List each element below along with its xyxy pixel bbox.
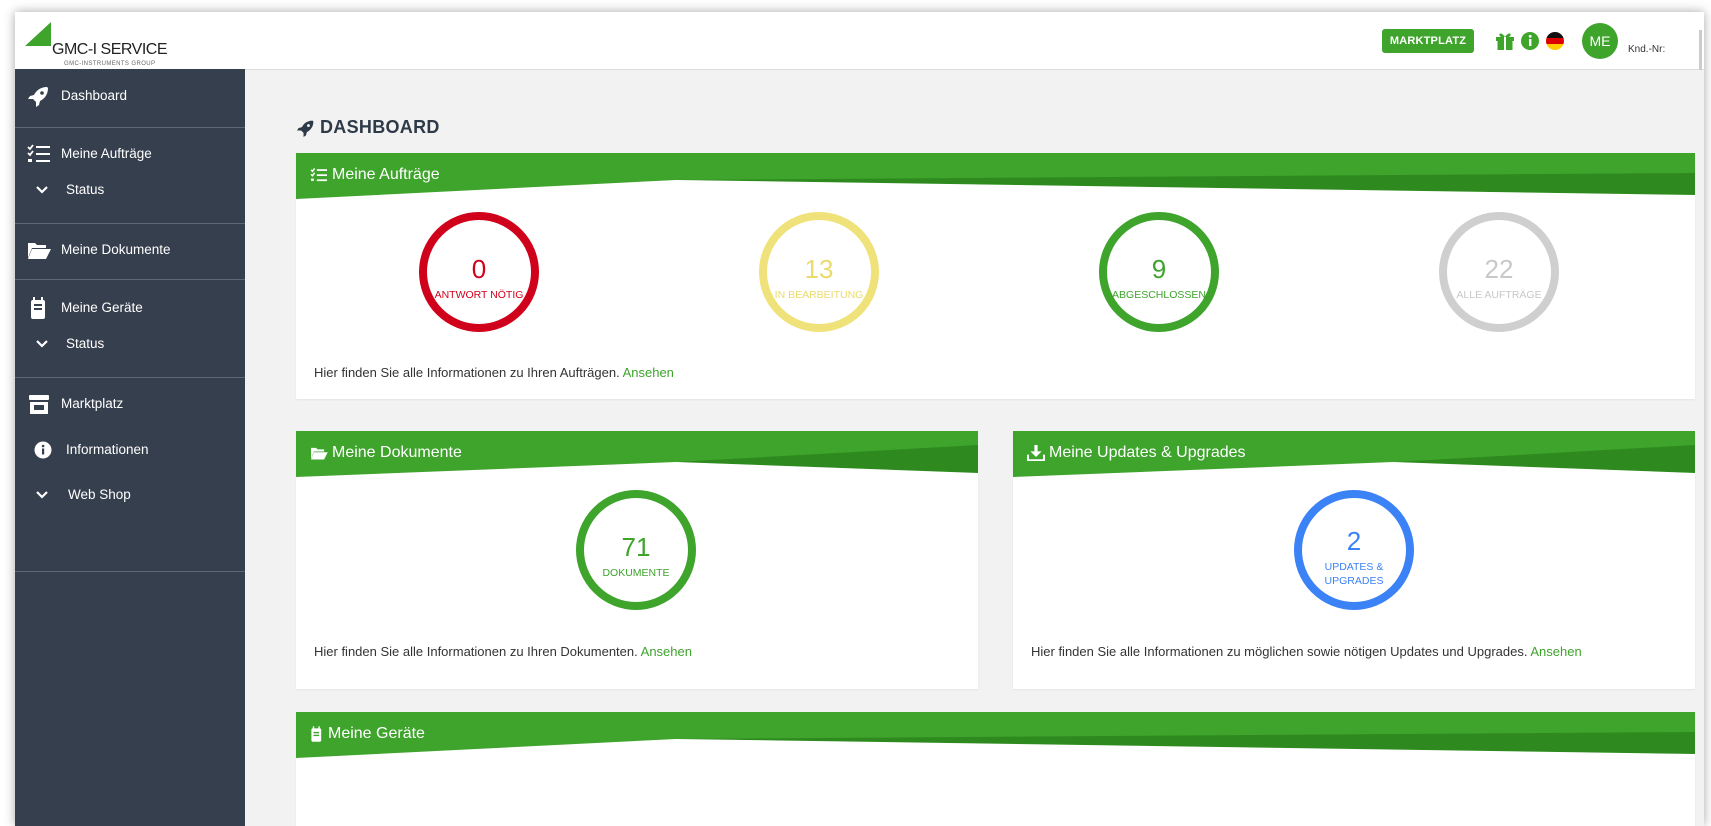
stat-ring-updates[interactable]: 2 UPDATES & UPGRADES: [1294, 490, 1414, 610]
orders-card-title: Meine Aufträge: [332, 166, 440, 183]
header-band: [296, 712, 1695, 758]
sidebar-divider: [15, 279, 245, 280]
scrollbar[interactable]: [1699, 30, 1702, 70]
stat-ring-documents[interactable]: 71 DOKUMENTE: [576, 490, 696, 610]
header-band: [296, 153, 1695, 199]
top-bar: GMC-I SERVICE GMC-INSTRUMENTS GROUP MARK…: [15, 12, 1704, 70]
task-list-icon: [27, 144, 50, 162]
stat-ring-all-orders[interactable]: 22 ALLE AUFTRÄGE: [1439, 212, 1559, 332]
sidebar-item-devices[interactable]: Meine Geräte: [15, 293, 245, 323]
device-icon: [311, 726, 322, 742]
devices-card: Meine Geräte: [296, 712, 1695, 826]
orders-info-text: Hier finden Sie alle Informationen zu Ih…: [314, 365, 620, 380]
sidebar-divider: [15, 223, 245, 224]
sidebar-item-label: Dashboard: [61, 88, 128, 103]
updates-card-header: Meine Updates & Upgrades: [1013, 431, 1695, 477]
download-icon: [1027, 445, 1045, 461]
devices-card-header: Meine Geräte: [296, 712, 1695, 758]
task-list-icon: [310, 168, 327, 182]
stat-value: 2: [1346, 526, 1362, 556]
documents-info: Hier finden Sie alle Informationen zu Ih…: [314, 644, 692, 659]
logo-brand: GMC-I SERVICE: [52, 41, 168, 58]
app-window: GMC-I SERVICE GMC-INSTRUMENTS GROUP MARK…: [15, 12, 1704, 826]
stat-label: ANTWORT NÖTIG: [434, 289, 524, 301]
updates-info: Hier finden Sie alle Informationen zu mö…: [1031, 644, 1582, 659]
page-title: DASHBOARD: [296, 117, 440, 138]
sidebar-item-orders-status[interactable]: Status: [15, 175, 245, 205]
sidebar-item-label: Marktplatz: [61, 396, 124, 411]
stat-value: 0: [471, 254, 487, 284]
documents-card-title: Meine Dokumente: [332, 444, 462, 461]
info-icon: [34, 441, 52, 459]
sidebar: Dashboard Meine Aufträge Status Meine Do…: [15, 69, 245, 826]
sidebar-item-label: Informationen: [66, 442, 149, 457]
updates-info-text: Hier finden Sie alle Informationen zu mö…: [1031, 644, 1528, 659]
sidebar-item-label: Meine Geräte: [61, 300, 143, 315]
stat-label: ALLE AUFTRÄGE: [1456, 289, 1542, 301]
sidebar-item-dashboard[interactable]: Dashboard: [15, 81, 245, 111]
sidebar-item-documents[interactable]: Meine Dokumente: [15, 235, 245, 265]
stat-label: UPDATES & UPGRADES: [1324, 561, 1384, 587]
logo-subtitle: GMC-INSTRUMENTS GROUP: [64, 61, 156, 67]
german-flag-icon[interactable]: [1544, 30, 1566, 52]
sidebar-item-label: Status: [66, 182, 105, 197]
logo[interactable]: GMC-I SERVICE GMC-INSTRUMENTS GROUP: [25, 22, 185, 67]
gift-icon[interactable]: [1494, 30, 1516, 52]
page-title-text: DASHBOARD: [320, 117, 440, 137]
stat-ring-completed[interactable]: 9 ABGESCHLOSSEN: [1099, 212, 1219, 332]
customer-number-label: Knd.-Nr:: [1628, 44, 1666, 55]
sidebar-item-webshop[interactable]: Web Shop: [15, 480, 245, 510]
avatar[interactable]: ME: [1582, 23, 1618, 59]
sidebar-divider: [15, 127, 245, 128]
stat-label: IN BEARBEITUNG: [774, 289, 864, 301]
sidebar-item-orders[interactable]: Meine Aufträge: [15, 139, 245, 169]
device-icon: [31, 297, 45, 319]
documents-info-text: Hier finden Sie alle Informationen zu Ih…: [314, 644, 638, 659]
sidebar-item-label: Meine Dokumente: [61, 242, 171, 257]
documents-card-header: Meine Dokumente: [296, 431, 978, 477]
stat-label: ABGESCHLOSSEN: [1112, 289, 1206, 301]
logo-triangle-icon: [25, 22, 51, 46]
chevron-down-icon: [36, 340, 48, 348]
store-icon: [29, 395, 49, 414]
rocket-icon: [28, 87, 48, 107]
sidebar-divider: [15, 377, 245, 378]
chevron-down-icon: [36, 491, 48, 499]
folder-open-icon: [311, 447, 328, 460]
stat-value: 9: [1151, 254, 1167, 284]
orders-view-link[interactable]: Ansehen: [623, 365, 674, 380]
stat-label: DOKUMENTE: [602, 567, 670, 579]
folder-open-icon: [28, 243, 51, 259]
updates-card: Meine Updates & Upgrades 2 UPDATES & UPG…: [1013, 431, 1695, 689]
sidebar-divider: [15, 571, 245, 572]
orders-card-header: Meine Aufträge: [296, 153, 1695, 199]
rocket-icon: [297, 120, 314, 137]
orders-info: Hier finden Sie alle Informationen zu Ih…: [314, 365, 674, 380]
documents-card: Meine Dokumente 71 DOKUMENTE Hier finden…: [296, 431, 978, 689]
sidebar-item-label: Web Shop: [68, 487, 131, 502]
chevron-down-icon: [36, 186, 48, 194]
stat-value: 13: [804, 254, 834, 284]
stat-value: 71: [621, 532, 651, 562]
updates-card-title: Meine Updates & Upgrades: [1049, 444, 1246, 461]
sidebar-item-label: Meine Aufträge: [61, 146, 152, 161]
sidebar-item-label: Status: [66, 336, 105, 351]
sidebar-item-devices-status[interactable]: Status: [15, 329, 245, 359]
stat-ring-response-needed[interactable]: 0 ANTWORT NÖTIG: [419, 212, 539, 332]
updates-view-link[interactable]: Ansehen: [1530, 644, 1581, 659]
info-icon[interactable]: [1519, 30, 1541, 52]
stat-value: 22: [1484, 254, 1514, 284]
devices-card-title: Meine Geräte: [328, 725, 425, 742]
sidebar-item-information[interactable]: Informationen: [15, 435, 245, 465]
stat-ring-in-progress[interactable]: 13 IN BEARBEITUNG: [759, 212, 879, 332]
marketplace-button[interactable]: MARKTPLATZ: [1382, 29, 1474, 53]
documents-view-link[interactable]: Ansehen: [641, 644, 692, 659]
orders-card: Meine Aufträge 0 ANTWORT NÖTIG 13 IN BEA…: [296, 153, 1695, 399]
sidebar-item-marketplace[interactable]: Marktplatz: [15, 389, 245, 419]
